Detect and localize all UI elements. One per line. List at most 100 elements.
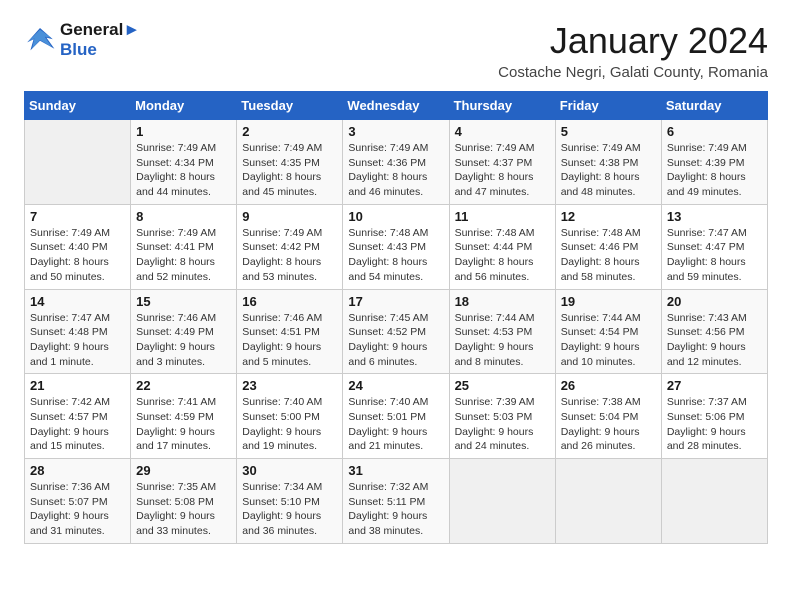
day-info: Sunrise: 7:35 AMSunset: 5:08 PMDaylight:… xyxy=(136,480,231,539)
day-number: 26 xyxy=(561,378,656,393)
day-number: 14 xyxy=(30,294,125,309)
day-number: 19 xyxy=(561,294,656,309)
header-row: SundayMondayTuesdayWednesdayThursdayFrid… xyxy=(25,92,768,120)
day-info: Sunrise: 7:49 AMSunset: 4:38 PMDaylight:… xyxy=(561,141,656,200)
day-cell: 31 Sunrise: 7:32 AMSunset: 5:11 PMDayligh… xyxy=(343,459,449,544)
week-row-1: 1 Sunrise: 7:49 AMSunset: 4:34 PMDaylight… xyxy=(25,120,768,205)
day-cell: 23Sunrise: 7:40 AMSunset: 5:00 PMDayligh… xyxy=(237,374,343,459)
logo: General► Blue xyxy=(24,20,140,59)
col-header-wednesday: Wednesday xyxy=(343,92,449,120)
day-info: Sunrise: 7:34 AMSunset: 5:10 PMDaylight:… xyxy=(242,480,337,539)
day-number: 29 xyxy=(136,463,231,478)
day-number: 12 xyxy=(561,209,656,224)
day-info: Sunrise: 7:46 AMSunset: 4:51 PMDaylight:… xyxy=(242,311,337,370)
month-title: January 2024 xyxy=(498,20,768,62)
day-cell: 17Sunrise: 7:45 AMSunset: 4:52 PMDayligh… xyxy=(343,289,449,374)
day-info: Sunrise: 7:49 AMSunset: 4:34 PMDaylight:… xyxy=(136,141,231,200)
day-cell: 12 Sunrise: 7:48 AMSunset: 4:46 PMDayligh… xyxy=(555,204,661,289)
day-cell: 3Sunrise: 7:49 AMSunset: 4:36 PMDaylight… xyxy=(343,120,449,205)
day-cell: 29 Sunrise: 7:35 AMSunset: 5:08 PMDayligh… xyxy=(131,459,237,544)
day-number: 2 xyxy=(242,124,337,139)
day-number: 13 xyxy=(667,209,762,224)
day-info: Sunrise: 7:38 AMSunset: 5:04 PMDaylight:… xyxy=(561,395,656,454)
day-info: Sunrise: 7:49 AMSunset: 4:36 PMDaylight:… xyxy=(348,141,443,200)
day-info: Sunrise: 7:49 AMSunset: 4:37 PMDaylight:… xyxy=(455,141,550,200)
day-cell xyxy=(449,459,555,544)
day-info: Sunrise: 7:48 AMSunset: 4:44 PMDaylight:… xyxy=(455,226,550,285)
day-cell: 7Sunrise: 7:49 AMSunset: 4:40 PMDaylight… xyxy=(25,204,131,289)
day-cell: 13Sunrise: 7:47 AMSunset: 4:47 PMDayligh… xyxy=(661,204,767,289)
day-cell: 26 Sunrise: 7:38 AMSunset: 5:04 PMDayligh… xyxy=(555,374,661,459)
day-number: 16 xyxy=(242,294,337,309)
day-cell: 15 Sunrise: 7:46 AMSunset: 4:49 PMDayligh… xyxy=(131,289,237,374)
title-area: January 2024 Costache Negri, Galati Coun… xyxy=(498,20,768,81)
day-cell: 10 Sunrise: 7:48 AMSunset: 4:43 PMDayligh… xyxy=(343,204,449,289)
day-info: Sunrise: 7:49 AMSunset: 4:41 PMDaylight:… xyxy=(136,226,231,285)
day-cell: 14 Sunrise: 7:47 AMSunset: 4:48 PMDayligh… xyxy=(25,289,131,374)
day-info: Sunrise: 7:48 AMSunset: 4:46 PMDaylight:… xyxy=(561,226,656,285)
day-number: 11 xyxy=(455,209,550,224)
day-cell: 24 Sunrise: 7:40 AMSunset: 5:01 PMDayligh… xyxy=(343,374,449,459)
day-cell: 9 Sunrise: 7:49 AMSunset: 4:42 PMDaylight… xyxy=(237,204,343,289)
week-row-4: 21Sunrise: 7:42 AMSunset: 4:57 PMDayligh… xyxy=(25,374,768,459)
day-cell xyxy=(661,459,767,544)
day-info: Sunrise: 7:45 AMSunset: 4:52 PMDaylight:… xyxy=(348,311,443,370)
day-info: Sunrise: 7:32 AMSunset: 5:11 PMDaylight:… xyxy=(348,480,443,539)
day-cell: 1 Sunrise: 7:49 AMSunset: 4:34 PMDaylight… xyxy=(131,120,237,205)
location-subtitle: Costache Negri, Galati County, Romania xyxy=(498,64,768,81)
week-row-2: 7Sunrise: 7:49 AMSunset: 4:40 PMDaylight… xyxy=(25,204,768,289)
day-info: Sunrise: 7:44 AMSunset: 4:53 PMDaylight:… xyxy=(455,311,550,370)
day-info: Sunrise: 7:43 AMSunset: 4:56 PMDaylight:… xyxy=(667,311,762,370)
day-number: 9 xyxy=(242,209,337,224)
day-info: Sunrise: 7:37 AMSunset: 5:06 PMDaylight:… xyxy=(667,395,762,454)
day-info: Sunrise: 7:47 AMSunset: 4:48 PMDaylight:… xyxy=(30,311,125,370)
day-number: 18 xyxy=(455,294,550,309)
day-cell: 21Sunrise: 7:42 AMSunset: 4:57 PMDayligh… xyxy=(25,374,131,459)
day-cell: 27 Sunrise: 7:37 AMSunset: 5:06 PMDayligh… xyxy=(661,374,767,459)
day-number: 1 xyxy=(136,124,231,139)
day-number: 5 xyxy=(561,124,656,139)
day-number: 21 xyxy=(30,378,125,393)
day-info: Sunrise: 7:39 AMSunset: 5:03 PMDaylight:… xyxy=(455,395,550,454)
day-cell: 30 Sunrise: 7:34 AMSunset: 5:10 PMDayligh… xyxy=(237,459,343,544)
day-info: Sunrise: 7:36 AMSunset: 5:07 PMDaylight:… xyxy=(30,480,125,539)
day-info: Sunrise: 7:48 AMSunset: 4:43 PMDaylight:… xyxy=(348,226,443,285)
day-number: 20 xyxy=(667,294,762,309)
day-number: 23 xyxy=(242,378,337,393)
day-cell: 22 Sunrise: 7:41 AMSunset: 4:59 PMDayligh… xyxy=(131,374,237,459)
day-cell: 18 Sunrise: 7:44 AMSunset: 4:53 PMDayligh… xyxy=(449,289,555,374)
day-number: 7 xyxy=(30,209,125,224)
day-info: Sunrise: 7:40 AMSunset: 5:01 PMDaylight:… xyxy=(348,395,443,454)
day-number: 24 xyxy=(348,378,443,393)
day-cell: 28 Sunrise: 7:36 AMSunset: 5:07 PMDayligh… xyxy=(25,459,131,544)
day-cell xyxy=(555,459,661,544)
day-cell: 25Sunrise: 7:39 AMSunset: 5:03 PMDayligh… xyxy=(449,374,555,459)
day-info: Sunrise: 7:41 AMSunset: 4:59 PMDaylight:… xyxy=(136,395,231,454)
day-number: 4 xyxy=(455,124,550,139)
week-row-3: 14 Sunrise: 7:47 AMSunset: 4:48 PMDayligh… xyxy=(25,289,768,374)
day-number: 8 xyxy=(136,209,231,224)
logo-icon xyxy=(24,26,56,54)
day-cell xyxy=(25,120,131,205)
day-number: 22 xyxy=(136,378,231,393)
day-number: 31 xyxy=(348,463,443,478)
day-number: 27 xyxy=(667,378,762,393)
col-header-thursday: Thursday xyxy=(449,92,555,120)
col-header-friday: Friday xyxy=(555,92,661,120)
day-info: Sunrise: 7:46 AMSunset: 4:49 PMDaylight:… xyxy=(136,311,231,370)
day-number: 15 xyxy=(136,294,231,309)
day-number: 10 xyxy=(348,209,443,224)
day-info: Sunrise: 7:49 AMSunset: 4:35 PMDaylight:… xyxy=(242,141,337,200)
day-number: 30 xyxy=(242,463,337,478)
col-header-monday: Monday xyxy=(131,92,237,120)
day-info: Sunrise: 7:49 AMSunset: 4:42 PMDaylight:… xyxy=(242,226,337,285)
day-cell: 2 Sunrise: 7:49 AMSunset: 4:35 PMDaylight… xyxy=(237,120,343,205)
day-number: 6 xyxy=(667,124,762,139)
day-cell: 5 Sunrise: 7:49 AMSunset: 4:38 PMDaylight… xyxy=(555,120,661,205)
day-info: Sunrise: 7:44 AMSunset: 4:54 PMDaylight:… xyxy=(561,311,656,370)
day-number: 28 xyxy=(30,463,125,478)
day-cell: 4 Sunrise: 7:49 AMSunset: 4:37 PMDaylight… xyxy=(449,120,555,205)
header: General► Blue January 2024 Costache Negr… xyxy=(24,20,768,81)
week-row-5: 28 Sunrise: 7:36 AMSunset: 5:07 PMDayligh… xyxy=(25,459,768,544)
day-cell: 19 Sunrise: 7:44 AMSunset: 4:54 PMDayligh… xyxy=(555,289,661,374)
